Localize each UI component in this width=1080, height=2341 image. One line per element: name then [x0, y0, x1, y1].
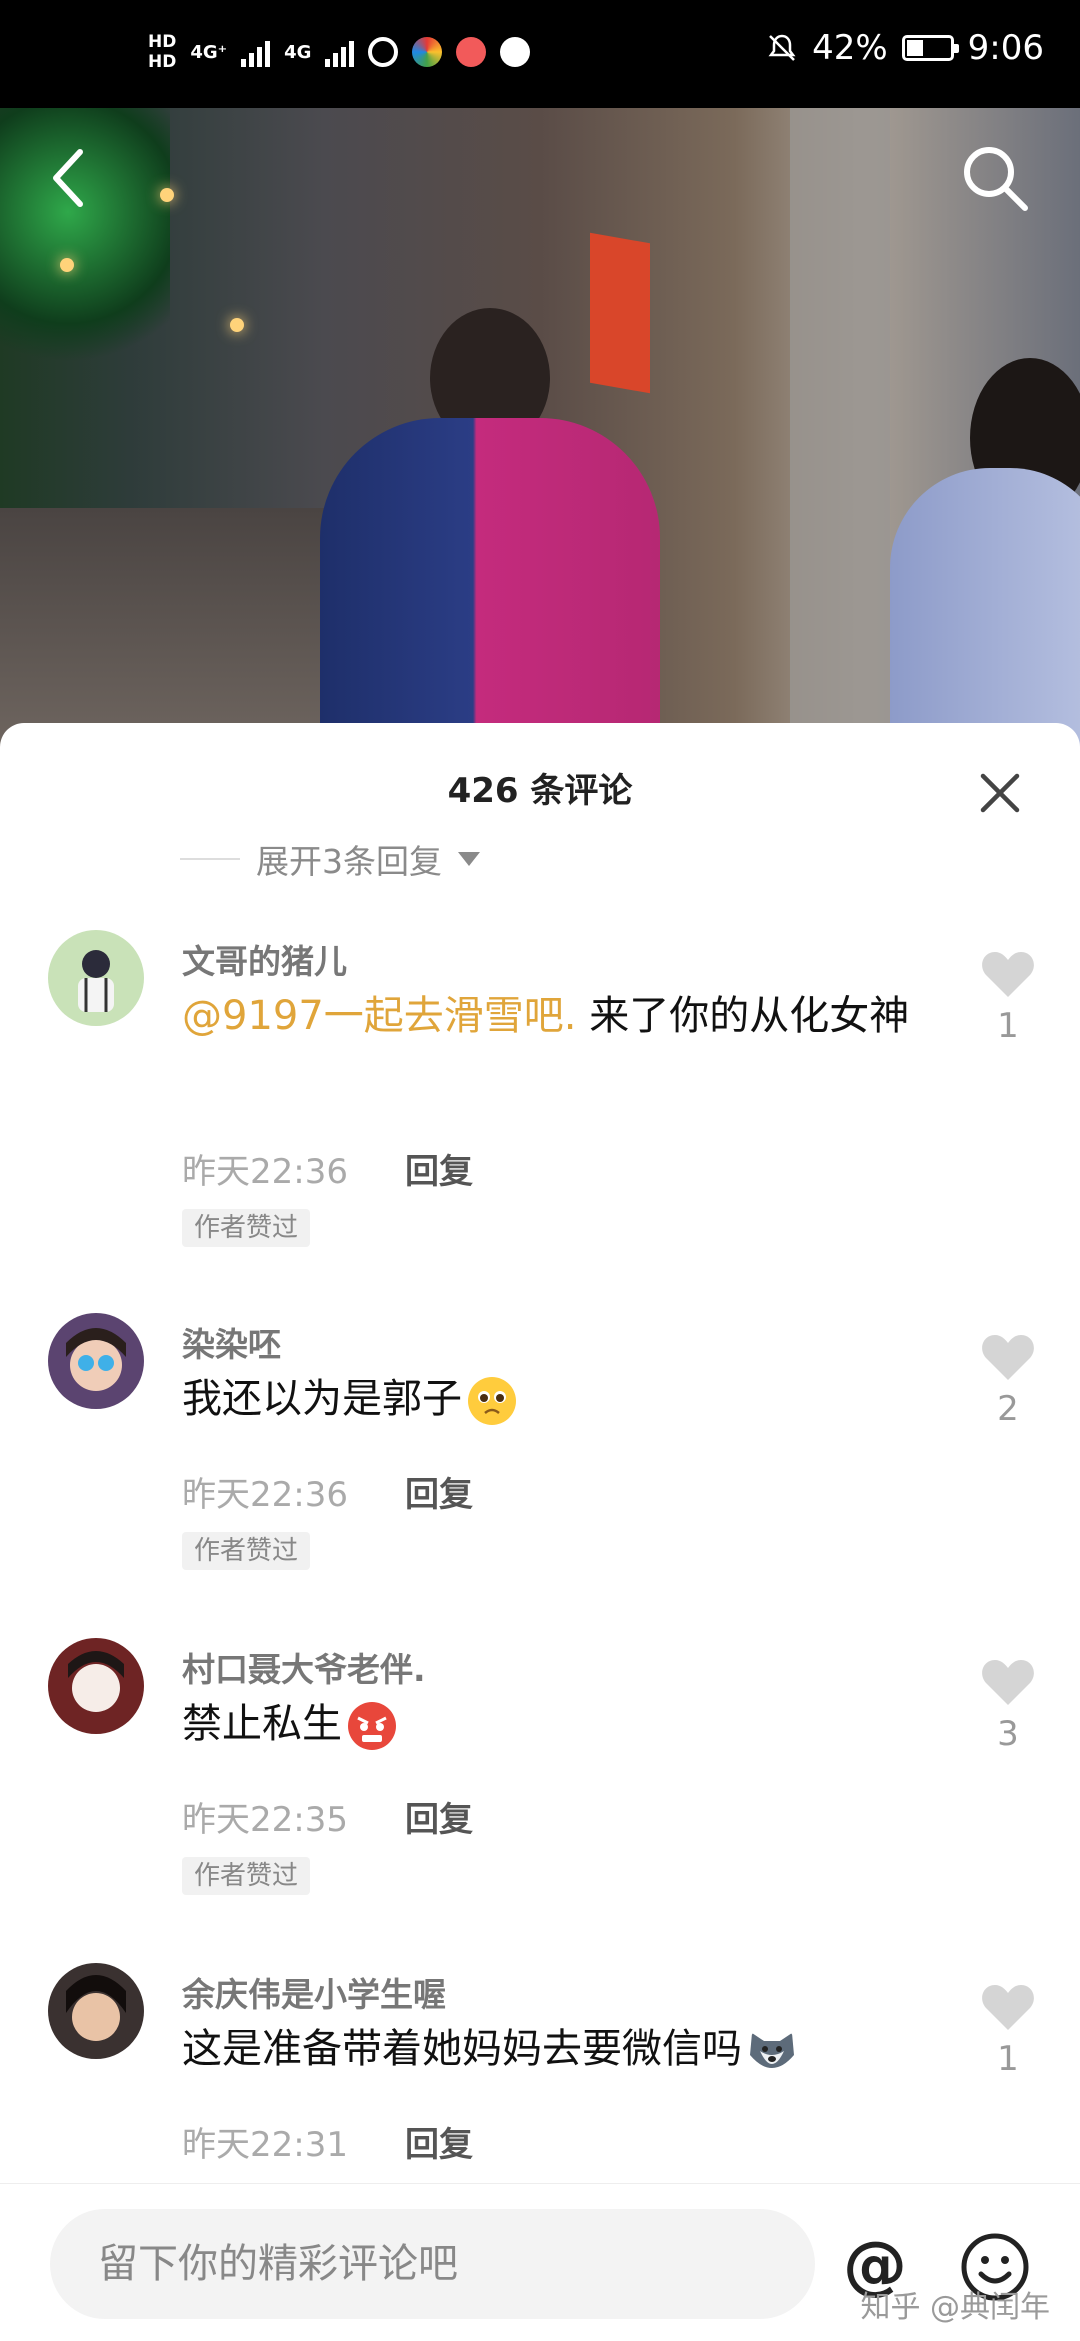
signal-icon-2 [325, 37, 355, 67]
like-count: 1 [997, 2039, 1019, 2079]
divider [180, 858, 240, 860]
comment-time: 昨天22:36 [182, 1475, 348, 1515]
red-app-icon [456, 37, 487, 67]
search-button[interactable] [955, 138, 1035, 218]
signal-icon [241, 37, 271, 67]
mute-bell-icon [768, 34, 796, 61]
clock: 9:06 [967, 28, 1044, 68]
video-scene-light [160, 188, 174, 202]
video-scene-light [60, 258, 74, 272]
video-scene-light [230, 318, 244, 332]
expand-replies-label: 展开3条回复 [256, 842, 442, 881]
reply-button[interactable]: 回复 [405, 1467, 473, 1516]
avatar-image [48, 1313, 144, 1409]
author-liked-badge: 作者赞过 [182, 1209, 311, 1247]
network-type-1: 4G⁺ [190, 41, 228, 63]
mention-link[interactable]: @9197一起去滑雪吧. [182, 993, 577, 1039]
comment-author[interactable]: 村口聂大爷老伴. [182, 1643, 426, 1691]
comments-count-title: 426 条评论 [447, 771, 633, 811]
hd-label-1: HD [148, 32, 177, 52]
comment-body: 来了你的从化女神 [576, 993, 910, 1039]
hd-indicator: HD HD [148, 32, 176, 72]
like-count: 3 [997, 1714, 1019, 1754]
avatar-image [48, 930, 144, 1026]
video-player[interactable] [0, 108, 1080, 748]
video-scene-person [320, 418, 660, 748]
close-button[interactable] [975, 768, 1025, 818]
angry-face-emoji-icon [348, 1702, 396, 1750]
status-left: HD HD 4G⁺ 4G [148, 32, 531, 72]
status-bar: HD HD 4G⁺ 4G 42% 9:06 [0, 0, 1080, 108]
comment-text: 我还以为是郭子 [182, 1370, 942, 1428]
heart-icon[interactable] [980, 1332, 1036, 1382]
avatar[interactable] [48, 1313, 144, 1409]
avatar[interactable] [48, 930, 144, 1026]
reply-button[interactable]: 回复 [405, 1144, 473, 1193]
comment-body: 禁止私生 [182, 1701, 342, 1747]
watermark: 知乎 @典闰年 [860, 2290, 1050, 2325]
video-scene-pillar [790, 108, 890, 748]
reply-button[interactable]: 回复 [405, 1792, 473, 1841]
husky-face-emoji-icon [750, 2033, 794, 2068]
back-button[interactable] [30, 138, 110, 218]
comment-time: 昨天22:36 [182, 1152, 348, 1192]
battery-icon [901, 35, 959, 61]
swirl-app-icon [500, 37, 531, 67]
comment-author[interactable]: 文哥的猪儿 [182, 935, 347, 983]
author-liked-badge: 作者赞过 [182, 1532, 311, 1570]
heart-icon[interactable] [980, 1657, 1036, 1707]
author-liked-badge: 作者赞过 [182, 1857, 311, 1895]
comment-time: 昨天22:31 [182, 2125, 348, 2165]
like-count: 1 [997, 1006, 1019, 1046]
video-scene-person [890, 468, 1080, 748]
reply-button[interactable]: 回复 [405, 2117, 473, 2166]
weibo-icon [368, 37, 399, 67]
battery-percent: 42% [812, 28, 888, 68]
comment-body: 我还以为是郭子 [182, 1376, 462, 1422]
comment-text: @9197一起去滑雪吧. 来了你的从化女神 [182, 987, 942, 1045]
heart-icon[interactable] [980, 949, 1036, 999]
network-type-2: 4G [284, 41, 312, 63]
chevron-down-icon [458, 852, 480, 866]
comment-input-bar: 留下你的精彩评论吧 @ 知乎 @典闰年 [0, 2183, 1080, 2341]
status-right: 42% 9:06 [766, 28, 1044, 68]
avatar-image [48, 1638, 144, 1734]
expand-replies-button[interactable]: 展开3条回复 [180, 835, 480, 883]
comment-time: 昨天22:35 [182, 1800, 348, 1840]
comments-sheet: 426 条评论 展开3条回复 文哥的猪儿 @9197一起去滑雪吧. 来了你的从化… [0, 723, 1080, 2340]
comment-author[interactable]: 余庆伟是小学生喔 [182, 1968, 446, 2016]
heart-icon[interactable] [980, 1982, 1036, 2032]
hd-label-2: HD [148, 52, 177, 72]
avatar[interactable] [48, 1963, 144, 2059]
pleading-face-emoji-icon [468, 1377, 516, 1425]
avatar[interactable] [48, 1638, 144, 1734]
avatar-image [48, 1963, 144, 2059]
comment-text: 禁止私生 [182, 1695, 942, 1753]
like-count: 2 [997, 1389, 1019, 1429]
comment-input[interactable]: 留下你的精彩评论吧 [50, 2209, 815, 2319]
video-scene-flag [590, 232, 650, 394]
comment-text: 这是准备带着她妈妈去要微信吗 [182, 2020, 942, 2078]
colorful-app-icon [412, 37, 443, 67]
comment-body: 这是准备带着她妈妈去要微信吗 [182, 2026, 742, 2072]
comment-author[interactable]: 染染呸 [182, 1318, 281, 1366]
